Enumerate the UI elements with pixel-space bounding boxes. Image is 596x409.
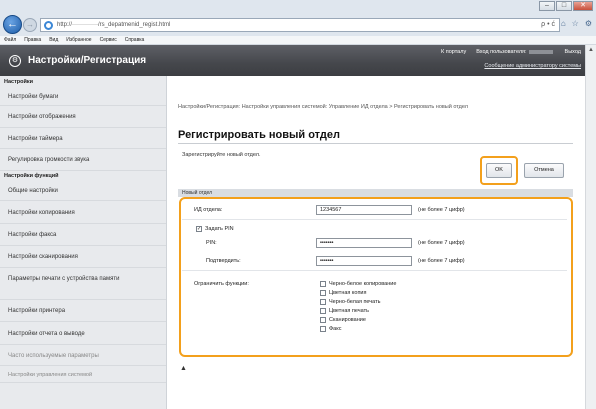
restrict-scan-checkbox[interactable] <box>320 317 326 323</box>
sidebar-item-fax[interactable]: Настройки факса <box>0 225 166 246</box>
sidebar-item-memory-print[interactable]: Параметры печати с устройства памяти <box>0 269 166 300</box>
restrict-color-copy-checkbox[interactable] <box>320 290 326 296</box>
url-text: http://·············/rs_depatmenid_regis… <box>57 22 171 28</box>
dept-id-label: ИД отдела: <box>194 207 223 213</box>
header-links: К порталу Вход пользователя: Выход <box>441 49 581 55</box>
menu-bar: Файл Правка Вид Избранное Сервис Справка <box>0 36 596 45</box>
sidebar-item-timer[interactable]: Настройки таймера <box>0 129 166 149</box>
restrict-color-copy-label: Цветная копия <box>329 290 367 296</box>
breadcrumb: Настройки/Регистрация: Настройки управле… <box>178 104 468 110</box>
sidebar-item-display[interactable]: Настройки отображения <box>0 107 166 128</box>
maximize-button[interactable]: □ <box>556 1 572 11</box>
minimize-button[interactable]: – <box>539 1 555 11</box>
browser-icon <box>44 21 53 30</box>
ok-button[interactable]: OK <box>486 163 512 178</box>
row-divider <box>182 219 567 220</box>
restrict-bw-copy-label: Черно-белое копирование <box>329 281 397 287</box>
sidebar-item-favorites[interactable]: Часто используемые параметры <box>0 346 166 366</box>
restrict-functions-label: Ограничить функции: <box>194 281 249 287</box>
logout-link[interactable]: Выход <box>565 49 581 55</box>
forward-button[interactable]: → <box>23 18 37 32</box>
close-button[interactable]: ✕ <box>573 1 593 11</box>
login-label: Вход пользователя: <box>476 49 527 55</box>
address-bar[interactable]: http://·············/rs_depatmenid_regis… <box>40 18 560 32</box>
redacted-username <box>528 49 553 54</box>
restrict-bw-print-checkbox[interactable] <box>320 299 326 305</box>
pin-hint: (не более 7 цифр) <box>418 240 465 246</box>
home-icon[interactable]: ⌂ <box>561 19 566 28</box>
sidebar-section-settings: Настройки <box>4 79 34 85</box>
restrict-scan-label: Сканирование <box>329 317 366 323</box>
login-info: Вход пользователя: <box>476 49 554 55</box>
star-icon[interactable]: ☆ <box>572 19 579 28</box>
page-scrollbar[interactable]: ▲ <box>585 45 596 409</box>
sidebar-section-functions: Настройки функций <box>4 173 59 179</box>
menu-view[interactable]: Вид <box>49 36 58 44</box>
confirm-pin-input[interactable]: ••••••• <box>316 256 412 266</box>
browser-titlebar: – □ ✕ <box>0 0 596 14</box>
sidebar: Настройки Настройки бумаги Настройки ото… <box>0 76 167 409</box>
pin-label: PIN: <box>206 240 217 246</box>
sidebar-item-system-management[interactable]: Настройки управления системой <box>0 367 166 383</box>
restrict-color-print-label: Цветная печать <box>329 308 369 314</box>
sidebar-item-scan[interactable]: Настройки сканирования <box>0 247 166 268</box>
menu-file[interactable]: Файл <box>4 36 16 44</box>
main-content: Настройки/Регистрация: Настройки управле… <box>168 76 585 409</box>
app-header: ⚙ Настройки/Регистрация К порталу Вход п… <box>0 45 585 76</box>
restrict-fax-checkbox[interactable] <box>320 326 326 332</box>
row-divider <box>182 270 567 271</box>
sidebar-item-paper[interactable]: Настройки бумаги <box>0 88 166 106</box>
dept-id-hint: (не более 7 цифр) <box>418 207 465 213</box>
sidebar-item-common[interactable]: Общие настройки <box>0 181 166 201</box>
menu-help[interactable]: Справка <box>125 36 145 44</box>
window-controls: – □ ✕ <box>539 1 593 11</box>
title-divider <box>178 143 573 144</box>
browser-navbar: ← → http://·············/rs_depatmenid_r… <box>0 14 596 36</box>
restrict-bw-copy-checkbox[interactable] <box>320 281 326 287</box>
restrict-bw-print-label: Черно-белая печать <box>329 299 381 305</box>
dept-id-input[interactable]: 1234567 <box>316 205 412 215</box>
toolbar-icons: ⌂ ☆ ⚙ <box>561 19 592 28</box>
restrict-fax-label: Факс <box>329 326 342 332</box>
app-title: Настройки/Регистрация <box>28 55 147 66</box>
settings-logo-icon: ⚙ <box>9 55 21 67</box>
cancel-button[interactable]: Отмена <box>524 163 564 178</box>
admin-message-link[interactable]: Сообщение администратору системы <box>484 63 581 69</box>
form-highlight <box>179 197 573 357</box>
instruction-text: Зарегистрируйте новый отдел. <box>182 152 261 158</box>
set-pin-checkbox[interactable]: ✓ <box>196 226 202 232</box>
page-title: Регистрировать новый отдел <box>178 129 341 141</box>
restrict-color-print-checkbox[interactable] <box>320 308 326 314</box>
search-refresh-icon[interactable]: ρ • ć <box>541 21 555 28</box>
gear-icon[interactable]: ⚙ <box>585 19 592 28</box>
sidebar-item-volume[interactable]: Регулировка громкости звука <box>0 150 166 171</box>
new-department-section-header: Новый отдел <box>178 189 573 197</box>
set-pin-label: Задать PIN <box>205 226 234 232</box>
sidebar-item-copy[interactable]: Настройки копирования <box>0 202 166 224</box>
sidebar-item-printer[interactable]: Настройки принтера <box>0 301 166 322</box>
portal-link[interactable]: К порталу <box>441 49 466 55</box>
confirm-label: Подтвердить: <box>206 258 241 264</box>
scroll-up-icon[interactable]: ▲ <box>588 47 594 53</box>
sidebar-item-output-report[interactable]: Настройки отчета о выводе <box>0 323 166 345</box>
menu-favorites[interactable]: Избранное <box>66 36 91 44</box>
pin-input[interactable]: ••••••• <box>316 238 412 248</box>
back-button[interactable]: ← <box>3 15 22 34</box>
menu-edit[interactable]: Правка <box>24 36 41 44</box>
menu-tools[interactable]: Сервис <box>100 36 117 44</box>
confirm-hint: (не более 7 цифр) <box>418 258 465 264</box>
back-to-top-icon[interactable]: ▲ <box>180 365 187 372</box>
